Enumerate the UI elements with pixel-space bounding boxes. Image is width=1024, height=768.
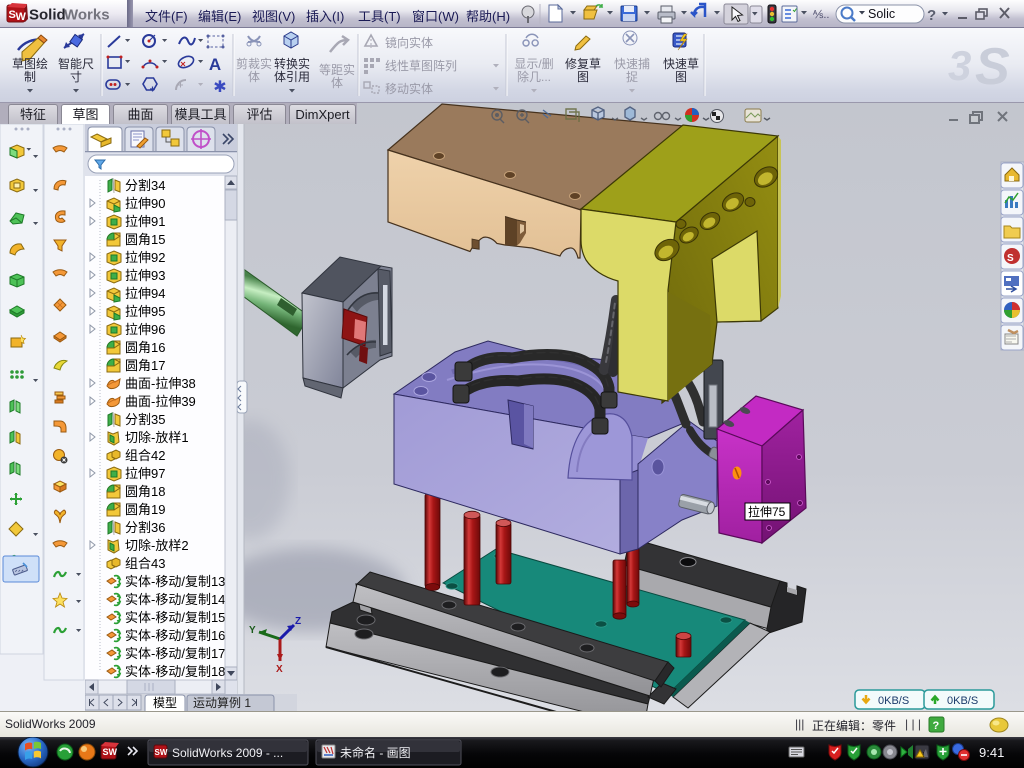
- svg-text:实体-移动/复制18: 实体-移动/复制18: [125, 664, 225, 679]
- svg-text:体引用: 体引用: [274, 70, 310, 84]
- svg-text:快速草: 快速草: [663, 57, 699, 71]
- svg-text:?: ?: [927, 7, 936, 24]
- svg-text:等距实: 等距实: [319, 62, 355, 77]
- svg-text:拉伸91: 拉伸91: [125, 214, 165, 229]
- svg-text:圆角16: 圆角16: [125, 340, 165, 355]
- svg-text:曲面-拉伸38: 曲面-拉伸38: [125, 376, 196, 391]
- svg-text:智能尺: 智能尺: [58, 56, 94, 71]
- svg-text:圆角17: 圆角17: [125, 358, 165, 373]
- svg-text:Solid: Solid: [29, 7, 66, 24]
- svg-text:实体-移动/复制13: 实体-移动/复制13: [125, 574, 225, 589]
- svg-text:曲面-拉伸39: 曲面-拉伸39: [125, 394, 196, 409]
- svg-text:拉伸92: 拉伸92: [125, 250, 165, 265]
- svg-text:分割34: 分割34: [125, 178, 165, 193]
- svg-text:实体-移动/复制16: 实体-移动/复制16: [125, 628, 225, 643]
- svg-text:制: 制: [24, 70, 36, 84]
- svg-text:移动实体: 移动实体: [385, 81, 433, 96]
- svg-text:快速捕: 快速捕: [614, 56, 650, 71]
- svg-text:✱: ✱: [213, 79, 226, 96]
- svg-text:运动算例 1: 运动算例 1: [193, 695, 251, 710]
- svg-text:SW: SW: [103, 747, 118, 757]
- svg-text:实体-移动/复制14: 实体-移动/复制14: [125, 592, 225, 607]
- svg-text:Works: Works: [64, 7, 110, 24]
- svg-text:镜向实体: 镜向实体: [385, 35, 433, 50]
- svg-text:圆角15: 圆角15: [125, 232, 165, 247]
- svg-text:分割35: 分割35: [125, 412, 165, 427]
- svg-text:圆角18: 圆角18: [125, 484, 165, 499]
- svg-text:体: 体: [248, 70, 260, 84]
- svg-text:草图绘: 草图绘: [12, 56, 48, 71]
- svg-text:寸: 寸: [70, 70, 82, 84]
- svg-text:S: S: [975, 38, 1010, 96]
- svg-text:转换实: 转换实: [274, 56, 310, 71]
- svg-text:线性草图阵列: 线性草图阵列: [385, 59, 457, 73]
- svg-text:拉伸75: 拉伸75: [748, 504, 786, 519]
- svg-text:拉伸95: 拉伸95: [125, 304, 165, 319]
- svg-text:拉伸96: 拉伸96: [125, 322, 165, 337]
- svg-text:0KB/S: 0KB/S: [878, 695, 909, 707]
- svg-text:模型: 模型: [153, 696, 177, 710]
- svg-text:3: 3: [948, 42, 971, 89]
- svg-text:分割36: 分割36: [125, 520, 165, 535]
- svg-text:Y: Y: [249, 625, 256, 636]
- svg-text:X: X: [276, 664, 283, 675]
- svg-text:0KB/S: 0KB/S: [947, 695, 978, 707]
- svg-text:实体-移动/复制15: 实体-移动/复制15: [125, 610, 225, 625]
- svg-text:图: 图: [675, 70, 687, 84]
- svg-text:拉伸93: 拉伸93: [125, 268, 165, 283]
- svg-text:组合42: 组合42: [125, 448, 165, 463]
- svg-text:剪裁实: 剪裁实: [236, 56, 272, 71]
- svg-text:9:41: 9:41: [979, 745, 1004, 760]
- svg-text:捉: 捉: [626, 69, 638, 84]
- svg-text:切除-放样2: 切除-放样2: [125, 538, 189, 553]
- svg-text:除几...: 除几...: [517, 69, 551, 84]
- svg-text:Solic: Solic: [868, 7, 895, 21]
- svg-text:体: 体: [331, 76, 343, 90]
- svg-text:拉伸97: 拉伸97: [125, 466, 165, 481]
- svg-text:S: S: [1007, 253, 1014, 264]
- svg-text:SW: SW: [155, 748, 168, 757]
- svg-text:未命名 - 画图: 未命名 - 画图: [340, 745, 411, 760]
- svg-text:显示/删: 显示/删: [514, 57, 553, 71]
- svg-text:修复草: 修复草: [565, 56, 601, 71]
- svg-text:图: 图: [577, 70, 589, 84]
- svg-text:Z: Z: [295, 616, 301, 627]
- svg-text:⅍..: ⅍..: [812, 9, 829, 21]
- svg-text:拉伸94: 拉伸94: [125, 286, 165, 301]
- svg-text:组合43: 组合43: [125, 556, 165, 571]
- svg-text:拉伸90: 拉伸90: [125, 196, 165, 211]
- svg-text:圆角19: 圆角19: [125, 502, 165, 517]
- svg-text:SolidWorks 2009 - ...: SolidWorks 2009 - ...: [172, 746, 283, 760]
- svg-text:W: W: [16, 11, 27, 23]
- svg-text:实体-移动/复制17: 实体-移动/复制17: [125, 646, 225, 661]
- svg-text:?: ?: [933, 720, 940, 732]
- svg-text:A: A: [209, 55, 221, 74]
- svg-text:切除-放样1: 切除-放样1: [125, 430, 189, 445]
